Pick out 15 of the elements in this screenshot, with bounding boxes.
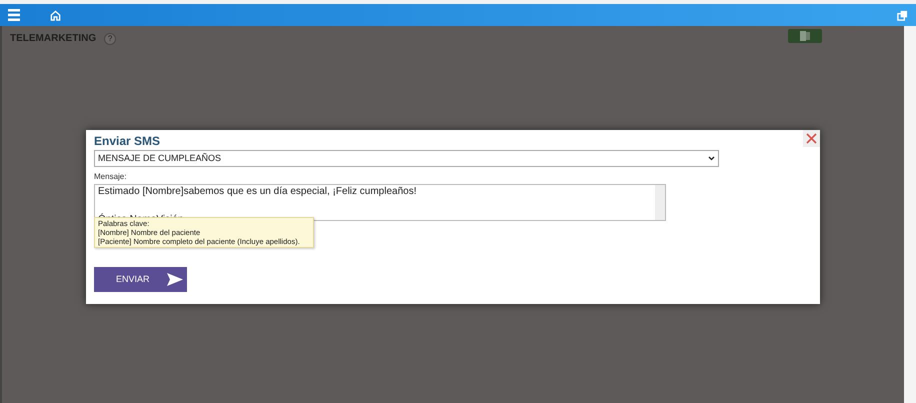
dialog-title: Enviar SMS [94, 134, 162, 148]
close-button[interactable] [803, 130, 820, 147]
spreadsheet-icon [799, 31, 811, 41]
menu-icon[interactable] [8, 9, 20, 21]
caret-icon [708, 156, 715, 161]
home-icon[interactable] [50, 10, 61, 20]
send-button[interactable]: ENVIAR [94, 267, 187, 292]
template-select[interactable]: MENSAJE DE CUMPLEAÑOS [94, 150, 719, 167]
page-title: TELEMARKETING [10, 32, 96, 46]
send-icon [167, 273, 183, 286]
spreadsheet-export-button[interactable] [788, 29, 822, 43]
scrollbar[interactable] [655, 185, 665, 220]
message-label: Mensaje: [94, 171, 128, 183]
restore-window-icon[interactable] [897, 10, 908, 20]
scrollbar[interactable] [904, 26, 916, 403]
